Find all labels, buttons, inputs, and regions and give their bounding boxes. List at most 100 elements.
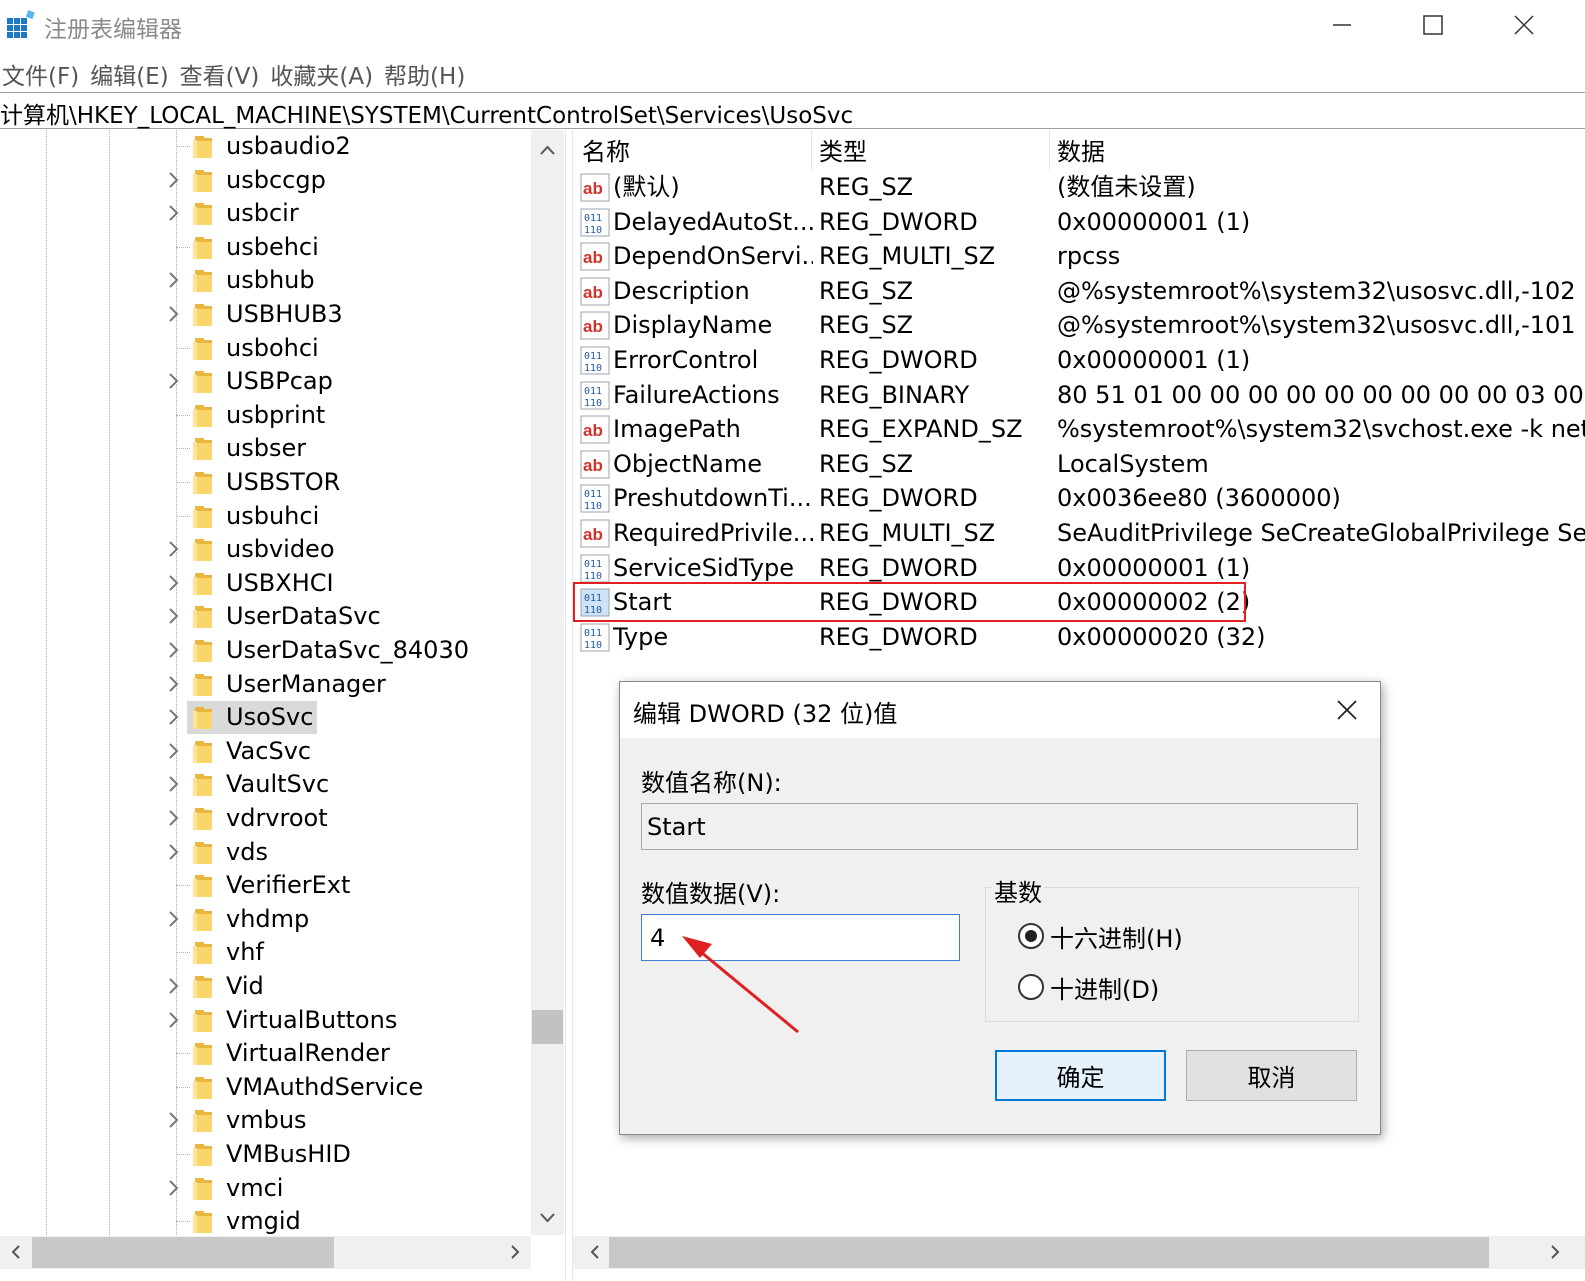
tree-item[interactable]: vdrvroot xyxy=(0,802,530,836)
column-divider[interactable] xyxy=(1049,130,1050,170)
tree-item[interactable]: UserDataSvc_84030 xyxy=(0,634,530,668)
menu-favorites[interactable]: 收藏夹(A) xyxy=(268,54,382,92)
address-bar[interactable]: 计算机\HKEY_LOCAL_MACHINE\SYSTEM\CurrentCon… xyxy=(0,92,1585,129)
value-row[interactable]: 011 110 Type REG_DWORD 0x00000020 (32) xyxy=(573,620,1585,655)
chevron-right-icon[interactable] xyxy=(165,1108,183,1132)
chevron-right-icon[interactable] xyxy=(165,739,183,763)
tree-item[interactable]: USBSTOR xyxy=(0,466,530,500)
value-row[interactable]: 011 110 DelayedAutoSt... REG_DWORD 0x0000000… xyxy=(573,205,1585,240)
value-row[interactable]: 011 110 Start REG_DWORD 0x00000002 (2) xyxy=(573,585,1585,620)
value-row[interactable]: ab RequiredPrivile... REG_MULTI_SZ SeAuditP… xyxy=(573,516,1585,551)
tree-vertical-scrollbar[interactable] xyxy=(531,130,564,1235)
tree-item[interactable]: VacSvc xyxy=(0,735,530,769)
menu-edit[interactable]: 编辑(E) xyxy=(88,54,177,92)
radio-button-dec[interactable] xyxy=(1018,974,1044,1000)
scroll-up-icon[interactable] xyxy=(531,136,564,164)
tree-item[interactable]: VMAuthdService xyxy=(0,1071,530,1105)
tree-item[interactable]: UserManager xyxy=(0,668,530,702)
tree-item[interactable]: USBPcap xyxy=(0,365,530,399)
column-header-type[interactable]: 类型 xyxy=(819,134,867,170)
value-row[interactable]: ab ObjectName REG_SZ LocalSystem xyxy=(573,447,1585,482)
tree-item[interactable]: usbuhci xyxy=(0,500,530,534)
cancel-button[interactable]: 取消 xyxy=(1186,1050,1357,1101)
value-row[interactable]: 011 110 PreshutdownTi... REG_DWORD 0x0036ee8… xyxy=(573,481,1585,516)
tree-item[interactable]: usbser xyxy=(0,432,530,466)
close-button[interactable] xyxy=(1494,4,1554,46)
tree-item[interactable]: vmci xyxy=(0,1172,530,1206)
values-horizontal-scrollbar[interactable] xyxy=(573,1236,1585,1269)
address-path[interactable]: 计算机\HKEY_LOCAL_MACHINE\SYSTEM\CurrentCon… xyxy=(0,96,853,130)
chevron-right-icon[interactable] xyxy=(165,302,183,326)
chevron-right-icon[interactable] xyxy=(165,840,183,864)
column-divider[interactable] xyxy=(811,130,812,170)
chevron-right-icon[interactable] xyxy=(165,806,183,830)
tree-item[interactable]: USBXHCI xyxy=(0,567,530,601)
chevron-right-icon[interactable] xyxy=(165,705,183,729)
tree-item[interactable]: vhdmp xyxy=(0,903,530,937)
tree-item[interactable]: usbaudio2 xyxy=(0,130,530,164)
tree-item[interactable]: VerifierExt xyxy=(0,869,530,903)
scroll-left-icon[interactable] xyxy=(4,1238,28,1266)
scroll-right-icon[interactable] xyxy=(503,1238,527,1266)
tree-item[interactable]: usbccgp xyxy=(0,164,530,198)
value-row[interactable]: 011 110 FailureActions REG_BINARY 80 51 01 0… xyxy=(573,378,1585,413)
chevron-right-icon[interactable] xyxy=(165,201,183,225)
chevron-right-icon[interactable] xyxy=(165,168,183,192)
menu-help[interactable]: 帮助(H) xyxy=(382,54,474,92)
tree-item[interactable]: VirtualButtons xyxy=(0,1004,530,1038)
radio-button-hex[interactable] xyxy=(1018,923,1044,949)
value-row[interactable]: ab ImagePath REG_EXPAND_SZ %systemroot%\sys… xyxy=(573,412,1585,447)
value-row[interactable]: 011 110 ErrorControl REG_DWORD 0x00000001 (1… xyxy=(573,343,1585,378)
value-row[interactable]: ab DependOnServi... REG_MULTI_SZ rpcss xyxy=(573,239,1585,274)
ok-button[interactable]: 确定 xyxy=(995,1050,1166,1101)
tree-item[interactable]: USBHUB3 xyxy=(0,298,530,332)
tree-item[interactable]: usbehci xyxy=(0,231,530,265)
chevron-right-icon[interactable] xyxy=(165,638,183,662)
tree-item[interactable]: VMBusHID xyxy=(0,1138,530,1172)
tree-item[interactable]: vds xyxy=(0,836,530,870)
chevron-right-icon[interactable] xyxy=(165,604,183,628)
column-header-name[interactable]: 名称 xyxy=(582,134,630,170)
scroll-right-icon[interactable] xyxy=(1543,1238,1567,1266)
scroll-down-icon[interactable] xyxy=(531,1204,564,1232)
chevron-right-icon[interactable] xyxy=(165,772,183,796)
pane-splitter[interactable] xyxy=(565,130,573,1281)
chevron-right-icon[interactable] xyxy=(165,907,183,931)
tree-item[interactable]: VirtualRender xyxy=(0,1037,530,1071)
chevron-right-icon[interactable] xyxy=(165,974,183,998)
tree-horizontal-scrollbar[interactable] xyxy=(0,1236,531,1269)
tree-item[interactable]: usbprint xyxy=(0,399,530,433)
tree-item[interactable]: usbohci xyxy=(0,332,530,366)
value-name-field[interactable] xyxy=(641,803,1358,850)
tree-item[interactable]: UsoSvc xyxy=(0,701,530,735)
value-row[interactable]: ab Description REG_SZ @%systemroot%\system3… xyxy=(573,274,1585,309)
tree-item[interactable]: vhf xyxy=(0,936,530,970)
minimize-button[interactable] xyxy=(1312,4,1372,46)
tree-item[interactable]: Vid xyxy=(0,970,530,1004)
radio-decimal[interactable]: 十进制(D) xyxy=(1018,970,1159,1004)
radio-hexadecimal[interactable]: 十六进制(H) xyxy=(1018,919,1183,953)
chevron-right-icon[interactable] xyxy=(165,369,183,393)
tree-item[interactable]: usbvideo xyxy=(0,533,530,567)
registry-tree[interactable]: usbaudio2 usbccgp usbcir usbehci usbhub USBHU… xyxy=(0,130,565,1281)
scroll-thumb[interactable] xyxy=(609,1237,1489,1268)
chevron-right-icon[interactable] xyxy=(165,571,183,595)
column-header-data[interactable]: 数据 xyxy=(1057,134,1105,170)
tree-item[interactable]: vmgid xyxy=(0,1205,530,1239)
chevron-right-icon[interactable] xyxy=(165,1008,183,1032)
chevron-right-icon[interactable] xyxy=(165,268,183,292)
tree-item[interactable]: UserDataSvc xyxy=(0,600,530,634)
value-row[interactable]: 011 110 ServiceSidType REG_DWORD 0x00000001 … xyxy=(573,551,1585,586)
chevron-right-icon[interactable] xyxy=(165,537,183,561)
maximize-button[interactable] xyxy=(1403,4,1463,46)
tree-item[interactable]: usbcir xyxy=(0,197,530,231)
scroll-left-icon[interactable] xyxy=(583,1238,607,1266)
value-row[interactable]: ab DisplayName REG_SZ @%systemroot%\system3… xyxy=(573,308,1585,343)
chevron-right-icon[interactable] xyxy=(165,1176,183,1200)
chevron-right-icon[interactable] xyxy=(165,672,183,696)
tree-item[interactable]: vmbus xyxy=(0,1104,530,1138)
scroll-thumb[interactable] xyxy=(532,1010,563,1044)
dialog-close-button[interactable] xyxy=(1326,690,1368,730)
menu-view[interactable]: 查看(V) xyxy=(178,54,269,92)
tree-item[interactable]: VaultSvc xyxy=(0,768,530,802)
